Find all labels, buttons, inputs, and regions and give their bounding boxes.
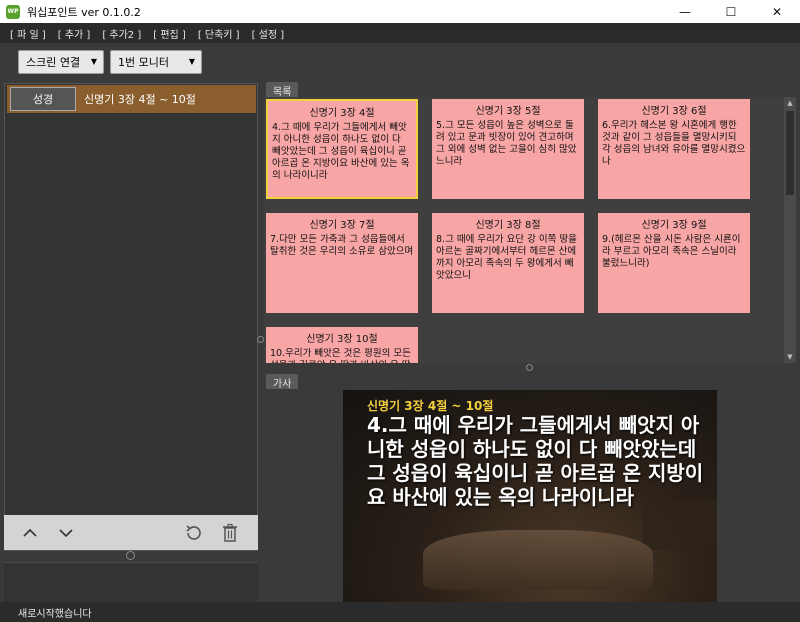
move-down-button[interactable]	[54, 521, 78, 545]
card-heading: 신명기 3장 5절	[475, 106, 541, 117]
card-text: 5.그 모든 성읍이 높은 성벽으로 둘려 있고 문과 빗장이 있어 견고하며 …	[436, 120, 577, 167]
verse-card[interactable]: 신명기 3장 8절 8.그 때에 우리가 요단 강 이쪽 땅을 아르논 골짜기에…	[432, 213, 584, 313]
verse-card[interactable]: 신명기 3장 9절 9.(헤르몬 산을 시돈 사람은 시룐이라 부르고 아모리 …	[598, 213, 750, 313]
chevron-down-icon	[59, 529, 73, 538]
status-bar: 새로시작했습니다	[0, 602, 800, 622]
song-list-panel: 성경 신명기 3장 4절 ~ 10절	[4, 83, 258, 551]
title-bar: WP 워십포인트 ver 0.1.0.2 — ☐ ✕	[0, 0, 800, 23]
verse-card[interactable]: 신명기 3장 6절 6.우리가 헤스본 왕 시혼에게 행한 것과 같이 그 성읍…	[598, 99, 750, 199]
close-button[interactable]: ✕	[754, 0, 800, 23]
menu-file[interactable]: [ 파 일 ]	[10, 26, 46, 41]
trash-icon	[223, 523, 237, 542]
card-heading: 신명기 3장 9절	[641, 220, 707, 231]
chevron-up-icon	[23, 528, 37, 537]
menu-add[interactable]: [ 추가 ]	[58, 26, 91, 41]
song-list-item[interactable]: 성경 신명기 3장 4절 ~ 10절	[7, 85, 256, 113]
song-list-controls	[4, 515, 258, 550]
status-text: 새로시작했습니다	[18, 608, 92, 620]
card-text: 6.우리가 헤스본 왕 시혼에게 행한 것과 같이 그 성읍들을 멸망시키되 각…	[602, 120, 746, 167]
card-heading: 신명기 3장 4절	[309, 108, 375, 119]
toolbar: 스크린 연결 ▼ 1번 모니터 ▼	[0, 43, 800, 81]
chevron-down-icon: ▼	[188, 57, 195, 66]
menu-bar: [ 파 일 ] [ 추가 ] [ 추가2 ] [ 편집 ] [ 단축키 ] [ …	[0, 23, 800, 43]
menu-shortcuts[interactable]: [ 단축키 ]	[198, 26, 240, 41]
card-text: 4.그 때에 우리가 그들에게서 빼앗지 아니한 성읍이 하나도 없이 다 빼앗…	[272, 122, 410, 181]
scroll-down-icon[interactable]: ▼	[784, 351, 796, 363]
left-splitter-handle[interactable]	[126, 551, 135, 560]
preview-title: 신명기 3장 4절 ~ 10절	[367, 399, 494, 413]
scroll-up-icon[interactable]: ▲	[784, 97, 796, 109]
card-text: 9.(헤르몬 산을 시돈 사람은 시룐이라 부르고 아모리 족속은 스닐이라 불…	[602, 234, 741, 269]
card-text: 8.그 때에 우리가 요단 강 이쪽 땅을 아르논 골짜기에서부터 헤르몬 산에…	[436, 234, 577, 281]
verse-card[interactable]: 신명기 3장 10절 10.우리가 빼앗은 것은 평원의 모든 성읍과 길르앗 …	[266, 327, 418, 363]
song-category-button[interactable]: 성경	[10, 87, 76, 111]
monitor-value: 1번 모니터	[118, 56, 169, 69]
left-bottom-panel	[4, 562, 258, 602]
verse-card[interactable]: 신명기 3장 5절 5.그 모든 성읍이 높은 성벽으로 둘려 있고 문과 빗장…	[432, 99, 584, 199]
verse-card[interactable]: 신명기 3장 4절 4.그 때에 우리가 그들에게서 빼앗지 아니한 성읍이 하…	[266, 99, 418, 199]
background-book-image	[423, 530, 653, 590]
chevron-down-icon: ▼	[90, 57, 97, 66]
screen-connect-select[interactable]: 스크린 연결 ▼	[18, 50, 104, 74]
card-text: 10.우리가 빼앗은 것은 평원의 모든 성읍과 길르앗 온 땅과 바산의 온 …	[270, 348, 411, 363]
window-title: 워십포인트 ver 0.1.0.2	[27, 5, 141, 19]
window-controls: — ☐ ✕	[662, 0, 800, 23]
slide-preview: 신명기 3장 4절 ~ 10절 4.그 때에 우리가 그들에게서 빼앗지 아니한…	[343, 390, 717, 602]
vertical-splitter-handle[interactable]	[257, 336, 264, 343]
card-heading: 신명기 3장 7절	[309, 220, 375, 231]
maximize-button[interactable]: ☐	[708, 0, 754, 23]
tab-list[interactable]: 목록	[266, 82, 299, 98]
card-heading: 신명기 3장 10절	[306, 334, 378, 345]
verse-card-list: 신명기 3장 4절 4.그 때에 우리가 그들에게서 빼앗지 아니한 성읍이 하…	[264, 97, 796, 363]
card-heading: 신명기 3장 6절	[641, 106, 707, 117]
move-up-button[interactable]	[18, 521, 42, 545]
menu-settings[interactable]: [ 설정 ]	[252, 26, 285, 41]
minimize-button[interactable]: —	[662, 0, 708, 23]
preview-lyrics-text: 4.그 때에 우리가 그들에게서 빼앗지 아니한 성읍이 하나도 없이 다 빼앗…	[367, 413, 704, 509]
list-scrollbar[interactable]: ▲ ▼	[784, 97, 796, 363]
reset-button[interactable]	[182, 521, 206, 545]
monitor-select[interactable]: 1번 모니터 ▼	[110, 50, 202, 74]
scroll-thumb[interactable]	[786, 111, 794, 195]
delete-button[interactable]	[218, 521, 242, 545]
menu-edit[interactable]: [ 편집 ]	[153, 26, 186, 41]
card-text: 7.다만 모든 가축과 그 성읍들에서 탈취한 것은 우리의 소유로 삼았으며	[270, 234, 414, 257]
verse-card[interactable]: 신명기 3장 7절 7.다만 모든 가축과 그 성읍들에서 탈취한 것은 우리의…	[266, 213, 418, 313]
refresh-icon	[186, 525, 201, 540]
card-heading: 신명기 3장 8절	[475, 220, 541, 231]
app-logo-icon: WP	[6, 4, 20, 19]
tab-lyrics[interactable]: 가사	[266, 374, 299, 390]
menu-add2[interactable]: [ 추가2 ]	[102, 26, 141, 41]
song-title: 신명기 3장 4절 ~ 10절	[84, 93, 196, 106]
screen-connect-value: 스크린 연결	[26, 56, 81, 69]
horizontal-splitter-handle[interactable]	[526, 364, 533, 371]
